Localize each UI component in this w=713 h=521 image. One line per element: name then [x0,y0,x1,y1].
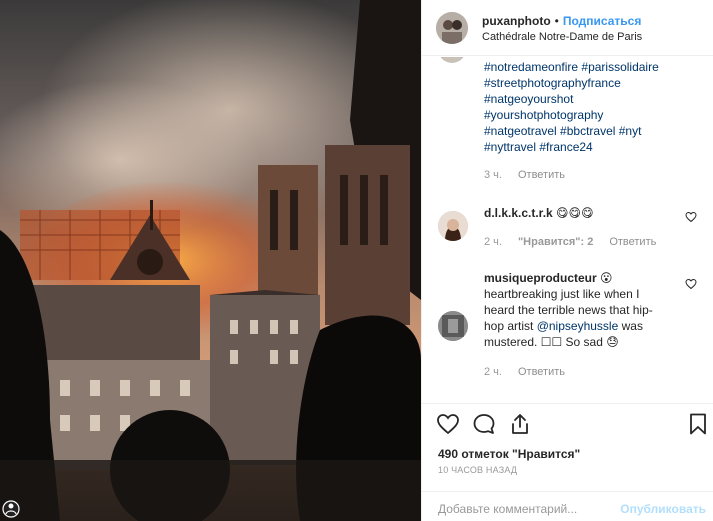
comment-reply-button[interactable]: Ответить [518,366,565,378]
comment-text: d.l.k.k.c.t.r.k 😋😋😋 [484,205,684,221]
likes-count[interactable]: 490 отметок "Нравится" [438,447,580,461]
hashtag-line[interactable]: #natgeoyourshot [484,91,700,107]
comment-line: heartbreaking just like when I [484,287,640,301]
comment-icon[interactable] [472,412,496,436]
comment-line: mustered. ☐☐ So sad 😓 [484,335,619,349]
comment-line: was [618,319,643,333]
author-username[interactable]: puxanphoto [482,14,551,28]
separator-dot: • [554,14,559,28]
follow-button[interactable]: Подписаться [563,14,641,28]
post-location[interactable]: Cathédrale Notre-Dame de Paris [482,31,642,43]
comment-avatar[interactable] [438,211,468,241]
hashtag-line[interactable]: #notredameonfire #parissolidaire [484,59,700,75]
comment-username[interactable]: d.l.k.k.c.t.r.k [484,206,553,220]
post-actions: 490 отметок "Нравится" 10 ЧАСОВ НАЗАД До… [422,403,713,521]
comment-emoji: 😮 [596,271,613,285]
comment-text: musiqueproducteur 😮 heartbreaking just l… [484,270,694,350]
hashtag-line[interactable]: #streetphotographyfrance [484,75,700,91]
bookmark-icon[interactable] [686,412,710,436]
comment-likes[interactable]: "Нравится": 2 [518,236,593,248]
comment-time[interactable]: 2 ч. [484,366,502,378]
hashtag-line[interactable]: #yourshotphotography [484,107,700,123]
post-header: puxanphoto • Подписаться Cathédrale Notre-… [422,0,713,56]
post-time-ago: 10 ЧАСОВ НАЗАД [438,465,518,475]
comments-list[interactable]: #notredameonfire #parissolidaire #street… [422,57,713,403]
comment-line: hop artist [484,319,537,333]
comment-line: heard the terrible news that hip- [484,303,653,317]
comment-avatar[interactable] [438,311,468,341]
comment-input[interactable]: Добавьте комментарий... [438,502,577,516]
comment-username[interactable]: musiqueproducteur [484,271,597,285]
comment-like-icon[interactable] [685,211,697,223]
author-line: puxanphoto • Подписаться [482,14,641,28]
caption-reply-button[interactable]: Ответить [518,169,565,181]
hashtag-line[interactable]: #natgeotravel #bbctravel #nyt [484,123,700,139]
caption-time[interactable]: 3 ч. [484,169,502,181]
comment-like-icon[interactable] [685,278,697,290]
comment-time[interactable]: 2 ч. [484,236,502,248]
share-icon[interactable] [508,412,532,436]
author-avatar[interactable] [436,12,468,44]
caption-meta: 3 ч. Ответить [484,169,581,181]
comment-meta: 2 ч. "Нравится": 2 Ответить [484,236,672,248]
comment-body: 😋😋😋 [556,206,594,220]
hashtag-line[interactable]: #nyttravel #france24 [484,139,700,155]
add-comment-bar: Добавьте комментарий... Опубликовать [422,491,713,521]
post-side-panel: puxanphoto • Подписаться Cathédrale Notre-… [421,0,713,521]
comment-meta: 2 ч. Ответить [484,366,581,378]
caption-avatar[interactable] [438,57,466,63]
post-comment-button[interactable]: Опубликовать [620,502,706,516]
comment-reply-button[interactable]: Ответить [609,236,656,248]
caption-hashtags: #notredameonfire #parissolidaire #street… [484,59,700,155]
comment-mention-link[interactable]: @nipseyhussle [537,319,619,333]
heart-icon[interactable] [436,412,460,436]
notre-dame-fire-photo [0,0,421,521]
post-photo[interactable] [0,0,421,521]
